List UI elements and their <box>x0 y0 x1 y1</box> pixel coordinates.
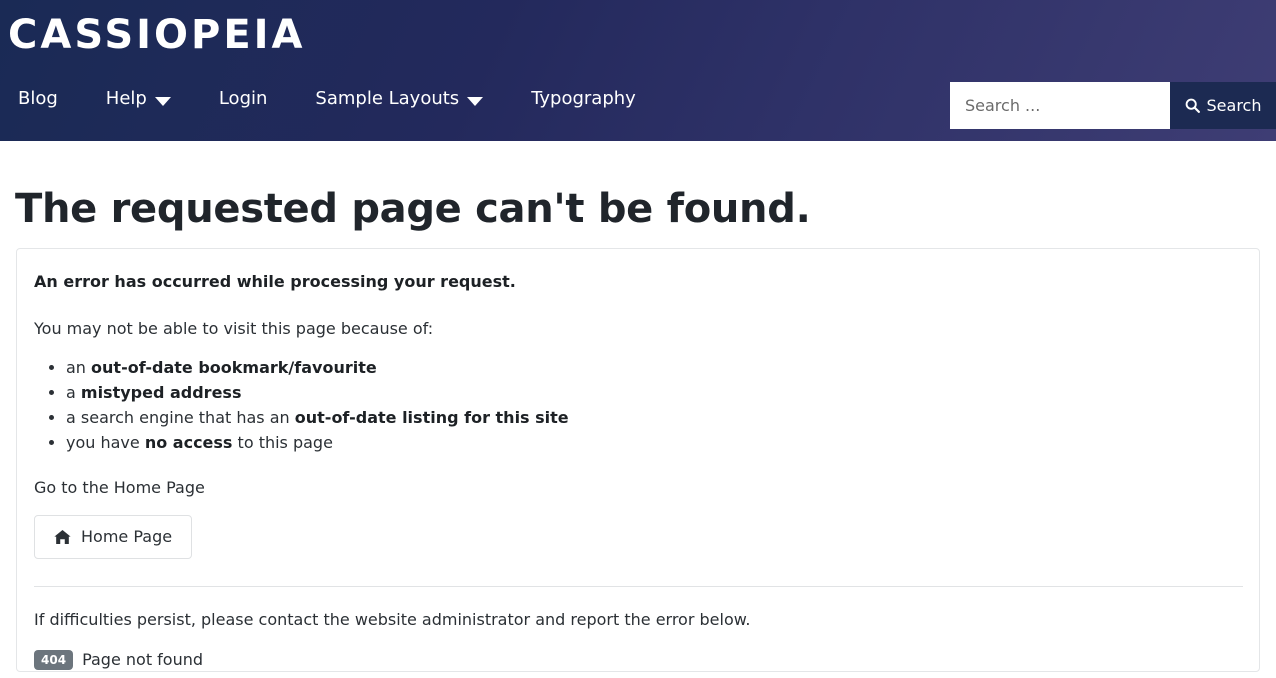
main-navigation: Blog Help Login Sample Layouts Typograph… <box>18 88 660 110</box>
error-subtitle: You may not be able to visit this page b… <box>34 319 434 338</box>
nav-item-label: Blog <box>18 88 58 109</box>
page-title: The requested page can't be found. <box>15 186 811 232</box>
nav-item-sample-layouts[interactable]: Sample Layouts <box>315 88 507 110</box>
reason-bold: no access <box>144 433 233 452</box>
nav-item-label: Sample Layouts <box>315 88 460 109</box>
site-header: CASSIOPEIA Blog Help Login Sample Layout… <box>0 0 1276 141</box>
home-icon <box>54 529 71 545</box>
reason-bold: mistyped address <box>80 383 242 402</box>
nav-item-label: Help <box>105 88 147 109</box>
nav-item-label: Typography <box>531 88 636 109</box>
status-badge: 404 <box>34 649 74 670</box>
home-page-button-label: Home Page <box>81 526 173 546</box>
reason-pre: an <box>66 358 92 377</box>
home-page-button[interactable]: Home Page <box>34 514 193 559</box>
list-item: a search engine that has an out-of-date … <box>66 406 1243 431</box>
section-divider <box>34 585 1243 587</box>
home-page-lead: Go to the Home Page <box>34 477 205 497</box>
reason-post: to this page <box>232 433 333 452</box>
reason-pre: a search engine that has an <box>66 408 295 427</box>
error-lead: An error has occurred while processing y… <box>34 272 516 291</box>
search-button-label: Search <box>1206 96 1262 115</box>
chevron-down-icon <box>154 96 171 106</box>
persist-text: If difficulties persist, please contact … <box>34 609 751 629</box>
chevron-down-icon <box>467 96 484 106</box>
reason-pre: you have <box>66 433 145 452</box>
list-item: an out-of-date bookmark/favourite <box>66 356 1243 381</box>
nav-item-help[interactable]: Help <box>106 88 195 110</box>
error-code-row: 404 Page not found <box>34 649 1243 671</box>
list-item: you have no access to this page <box>66 431 1243 456</box>
search-form: Search <box>950 82 1276 129</box>
site-brand[interactable]: CASSIOPEIA <box>8 9 306 61</box>
reason-pre: a <box>66 383 81 402</box>
search-input[interactable] <box>950 82 1170 129</box>
reasons-list: an out-of-date bookmark/favourite a mist… <box>34 356 1243 456</box>
search-button[interactable]: Search <box>1170 82 1276 129</box>
error-card: An error has occurred while processing y… <box>16 248 1260 672</box>
search-icon <box>1185 98 1200 113</box>
nav-item-blog[interactable]: Blog <box>18 88 82 110</box>
list-item: a mistyped address <box>66 381 1243 406</box>
reason-bold: out-of-date bookmark/favourite <box>91 358 377 377</box>
nav-item-login[interactable]: Login <box>219 88 292 110</box>
nav-item-label: Login <box>218 88 268 109</box>
nav-item-typography[interactable]: Typography <box>531 88 660 110</box>
reason-bold: out-of-date listing for this site <box>294 408 569 427</box>
error-message: Page not found <box>82 649 204 669</box>
